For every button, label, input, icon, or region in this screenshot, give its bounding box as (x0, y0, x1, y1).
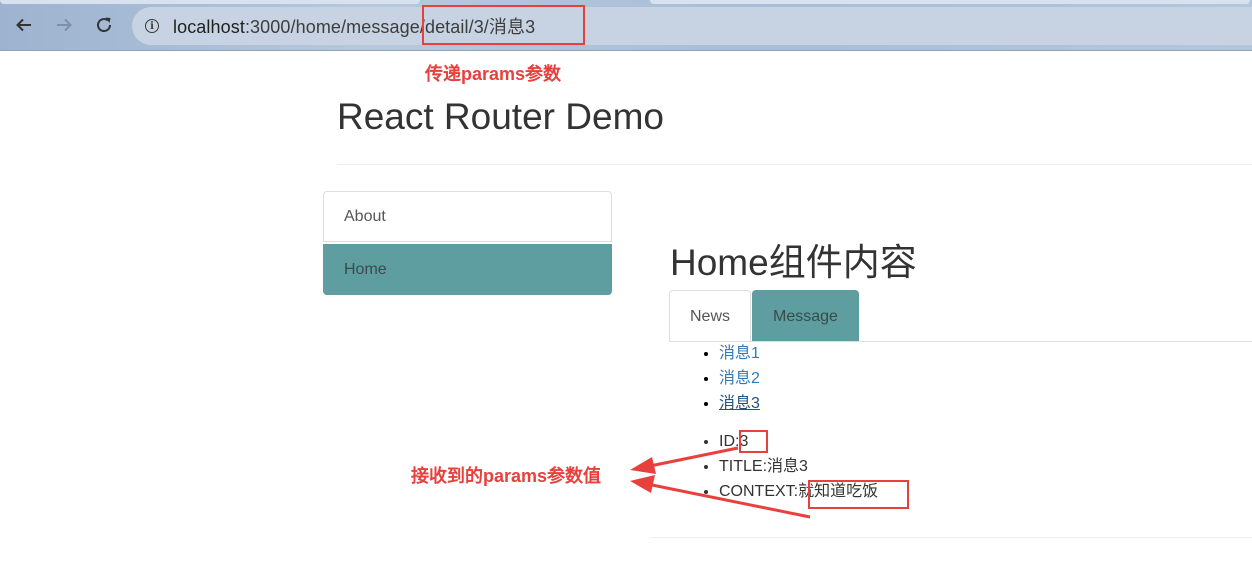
arrow-icon (630, 446, 739, 474)
arrow-icon (630, 475, 811, 519)
annotation-arrows (630, 446, 811, 519)
